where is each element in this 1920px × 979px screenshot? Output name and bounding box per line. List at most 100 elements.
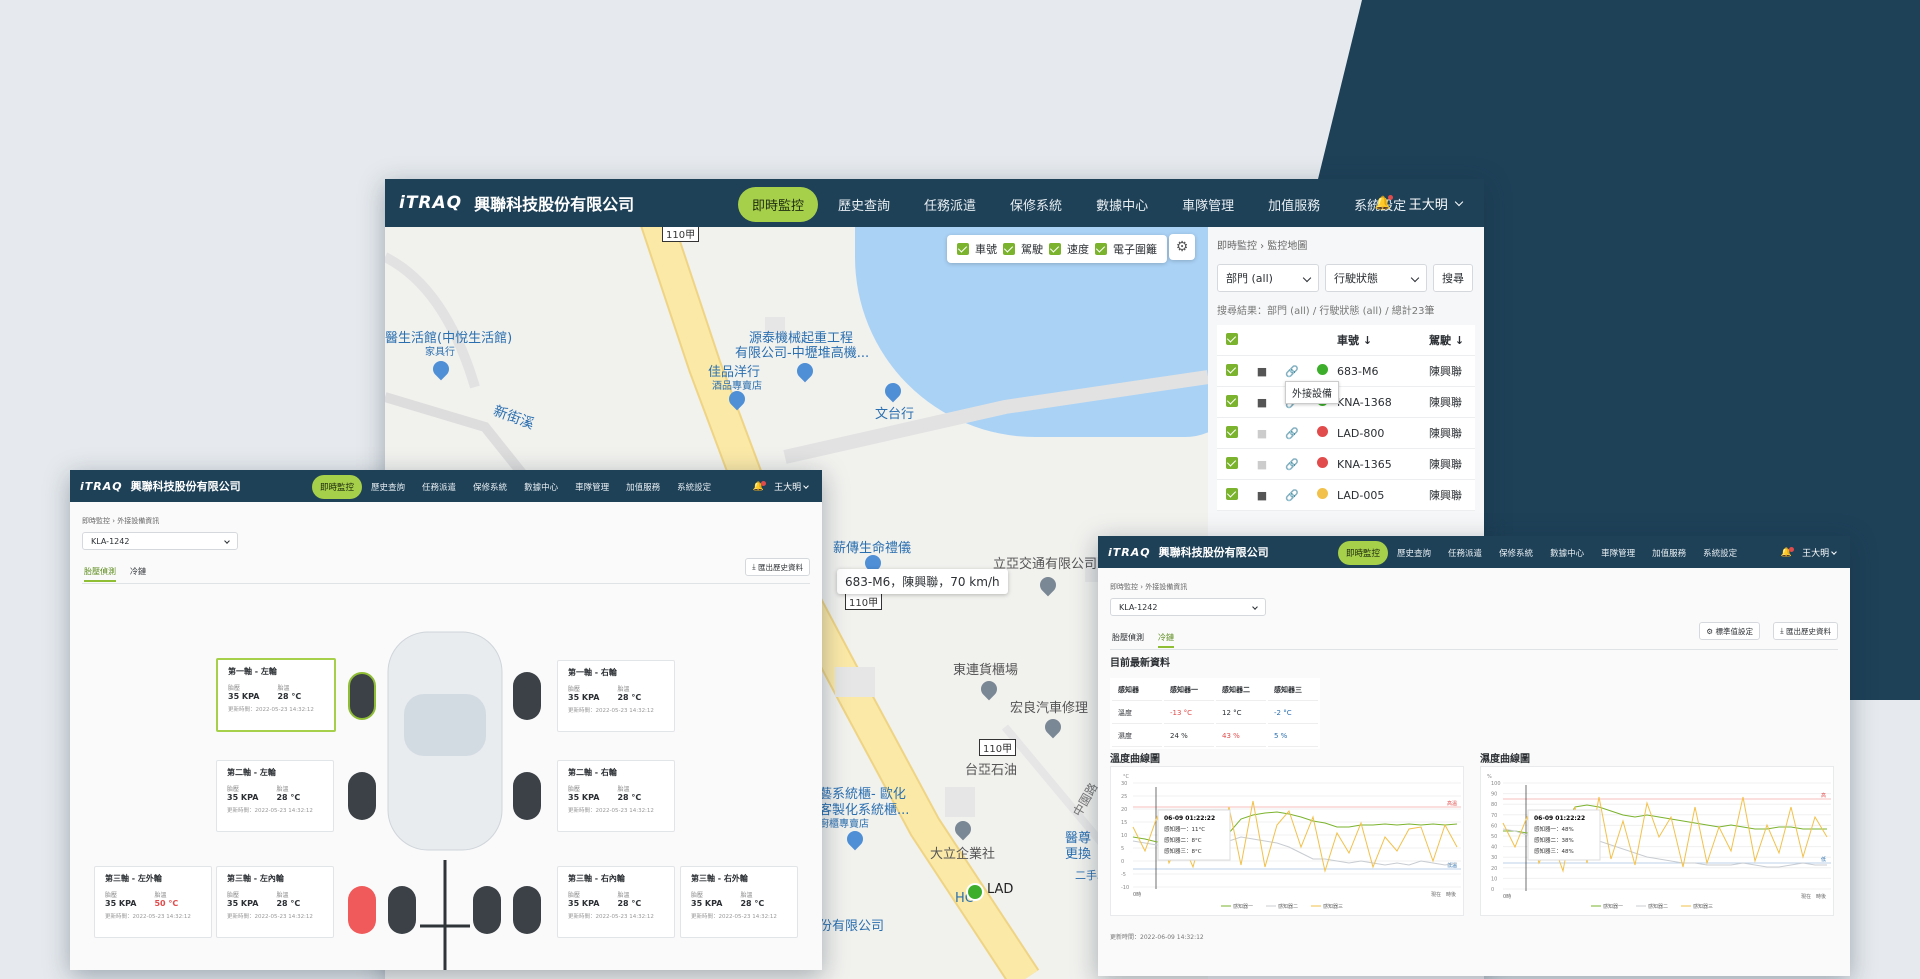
tire-card[interactable]: 第一軸 - 右輪 胎壓 35 KPA 胎溫 28 °C 更新時間：2022-05-23… [557,660,675,732]
bell-icon[interactable]: 🔔 [1375,195,1393,211]
user-menu[interactable]: 王大明 [1802,546,1837,559]
menu-fleet[interactable]: 車隊管理 [1168,187,1248,222]
standard-settings-button[interactable]: ⚙ 標準值設定 [1699,622,1760,640]
menu-data[interactable]: 數據中心 [1542,541,1592,565]
row-checkbox[interactable] [1226,425,1238,438]
menu-maintenance[interactable]: 保修系統 [1491,541,1541,565]
menu-data[interactable]: 數據中心 [1082,187,1162,222]
export-button[interactable]: ⤓ 匯出歷史資料 [1773,622,1838,640]
breadcrumb-item[interactable]: 即時監控 [1110,583,1138,591]
tooltip-line: 感知器三：48% [1534,847,1574,855]
chevron-down-icon [803,482,809,489]
vehicle-select[interactable]: KLA-1242 [82,532,238,550]
toggle-plate-checkbox[interactable] [957,243,969,255]
breadcrumb-item[interactable]: 即時監控 [1217,241,1257,252]
tire-card-title: 第二軸 - 左輪 [227,768,276,777]
col-plate[interactable]: 車號 ↓ [1337,332,1429,348]
tire-icon[interactable] [348,672,376,720]
menu-value[interactable]: 加值服務 [1644,541,1694,565]
menu-fleet[interactable]: 車隊管理 [1593,541,1643,565]
row-checkbox[interactable] [1226,394,1238,407]
temp-chart-title: 溫度曲線圖 [1110,754,1160,765]
vehicle-info-label[interactable]: 683-M6，陳興聯，70 km/h [837,569,1008,594]
hum-chart[interactable]: % 100 90 80 70 60 50 40 30 20 10 0 高 低 0時 現在 時後 感知… [1480,766,1834,916]
tire-icon[interactable] [513,886,541,934]
menu-data[interactable]: 數據中心 [516,475,566,499]
menu-history[interactable]: 歷史查詢 [1389,541,1439,565]
link-icon[interactable]: 🔗 [1277,458,1307,471]
table-row[interactable]: ■ 🔗 LAD-005 陳興聯 [1217,480,1475,511]
row-checkbox[interactable] [1226,487,1238,500]
gear-icon[interactable]: ⚙ [1169,234,1195,260]
menu-history[interactable]: 歷史查詢 [824,187,904,222]
camera-icon[interactable]: ■ [1247,365,1277,378]
camera-icon[interactable]: ■ [1247,396,1277,409]
search-button[interactable]: 搜尋 [1433,264,1473,292]
col-driver[interactable]: 駕駛 ↓ [1429,332,1464,348]
vehicle-select[interactable]: KLA-1242 [1110,598,1266,616]
table-row[interactable]: ■ 🔗 LAD-800 陳興聯 [1217,418,1475,449]
breadcrumb-item[interactable]: 即時監控 [82,517,110,525]
tire-card[interactable]: 第三軸 - 右外輪 胎壓 35 KPA 胎溫 28 °C 更新時間：2022-05-2… [680,866,798,938]
status-select[interactable]: 行駛狀態 [1325,264,1427,292]
camera-icon[interactable]: ■ [1247,458,1277,471]
toggle-driver-checkbox[interactable] [1003,243,1015,255]
tire-card[interactable]: 第二軸 - 左輪 胎壓 35 KPA 胎溫 28 °C 更新時間：2022-05-23… [216,760,334,832]
temp-chart[interactable]: °C 30 25 20 15 10 5 0 -5 -10 高溫 低溫 0時 現在 時後 感知器一… [1110,766,1464,916]
dept-select[interactable]: 部門 (all) [1217,264,1319,292]
menu-maintenance[interactable]: 保修系統 [465,475,515,499]
table-row[interactable]: ■ 🔗 KNA-1368 陳興聯 外接設備 [1217,381,1475,418]
tab-cold-chain[interactable]: 冷鏈 [1158,632,1174,648]
user-menu[interactable]: 王大明 [774,480,809,493]
tire-card[interactable]: 第三軸 - 右內輪 胎壓 35 KPA 胎溫 28 °C 更新時間：2022-05-2… [557,866,675,938]
menu-realtime[interactable]: 即時監控 [738,187,819,222]
tire-card[interactable]: 第三軸 - 左內輪 胎壓 35 KPA 胎溫 28 °C 更新時間：2022-05-2… [216,866,334,938]
export-button[interactable]: ⤓ 匯出歷史資料 [745,558,810,576]
row-checkbox[interactable] [1226,456,1238,469]
menu-maintenance[interactable]: 保修系統 [996,187,1076,222]
camera-icon[interactable]: ■ [1247,427,1277,440]
menu-dispatch[interactable]: 任務派遣 [910,187,990,222]
camera-icon[interactable]: ■ [1247,489,1277,502]
menu-dispatch[interactable]: 任務派遣 [1440,541,1490,565]
tire-icon[interactable] [348,886,376,934]
table-row[interactable]: ■ 🔗 KNA-1365 陳興聯 [1217,449,1475,480]
link-icon[interactable]: 🔗 [1277,489,1307,502]
menu-realtime[interactable]: 即時監控 [1338,541,1389,565]
toggle-speed-checkbox[interactable] [1049,243,1061,255]
menu-realtime[interactable]: 即時監控 [312,475,363,499]
bell-icon[interactable]: 🔔 [753,480,767,492]
tab-tire[interactable]: 胎壓偵測 [1112,632,1144,648]
link-icon[interactable]: 🔗 [1277,365,1307,378]
tire-icon[interactable] [348,772,376,820]
main-menu: 即時監控 歷史查詢 任務派遣 保修系統 數據中心 車隊管理 加值服務 系統設定 [312,475,720,499]
tab-tire[interactable]: 胎壓偵測 [84,566,116,582]
vehicle-marker[interactable] [966,883,984,901]
menu-settings[interactable]: 系統設定 [1695,541,1745,565]
select-all-checkbox[interactable] [1226,332,1238,345]
tire-card[interactable]: 第二軸 - 右輪 胎壓 35 KPA 胎溫 28 °C 更新時間：2022-05-23… [557,760,675,832]
link-icon[interactable]: 🔗 [1277,427,1307,440]
menu-fleet[interactable]: 車隊管理 [567,475,617,499]
row-driver: 陳興聯 [1429,427,1462,440]
menu-settings[interactable]: 系統設定 [669,475,719,499]
tire-icon[interactable] [473,886,501,934]
menu-value[interactable]: 加值服務 [1254,187,1334,222]
menu-history[interactable]: 歷史查詢 [363,475,413,499]
tire-icon[interactable] [513,772,541,820]
menu-dispatch[interactable]: 任務派遣 [414,475,464,499]
row-checkbox[interactable] [1226,363,1238,376]
breadcrumb: 即時監控 › 監控地圖 [1217,241,1308,252]
top-nav: iTRAQ 興聯科技股份有限公司 即時監控 歷史查詢 任務派遣 保修系統 數據中… [1098,536,1850,568]
tire-icon[interactable] [388,886,416,934]
bell-icon[interactable]: 🔔 [1781,546,1795,558]
tire-card[interactable]: 第三軸 - 左外輪 胎壓 35 KPA 胎溫 50 °C 更新時間：2022-05-2… [94,866,212,938]
menu-value[interactable]: 加值服務 [618,475,668,499]
temp-value: 28 °C [617,693,642,702]
tire-card[interactable]: 第一軸 - 左輪 胎壓 35 KPA 胎溫 28 °C 更新時間：2022-05-23… [216,658,336,732]
tire-icon[interactable] [513,672,541,720]
table-row[interactable]: ■ 🔗 683-M6 陳興聯 [1217,356,1475,387]
user-menu[interactable]: 王大明 [1409,194,1464,213]
tab-cold-chain[interactable]: 冷鏈 [130,566,146,582]
toggle-geofence-checkbox[interactable] [1095,243,1107,255]
